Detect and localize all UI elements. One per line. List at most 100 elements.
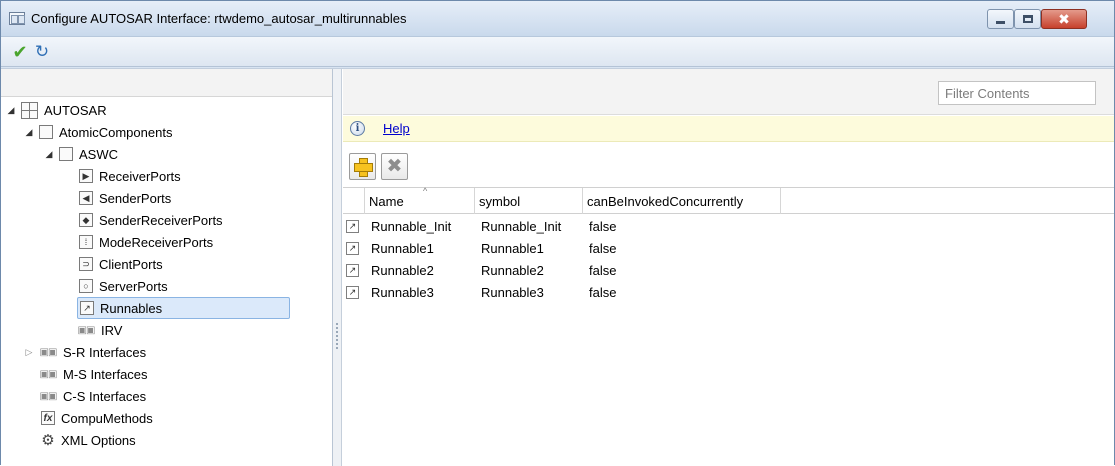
tree-node-label: ASWC bbox=[79, 146, 118, 162]
delete-icon: ✖ bbox=[386, 156, 403, 177]
main-content: ◢ AUTOSAR ◢ AtomicComponents ◢ ASWC ▶ Re bbox=[1, 68, 1114, 466]
column-header-label: Name bbox=[369, 193, 404, 209]
add-button[interactable] bbox=[349, 153, 376, 180]
apply-button[interactable]: ✔ bbox=[9, 41, 31, 63]
sender-receiver-port-icon: ◆ bbox=[79, 213, 93, 227]
concurrent-cell[interactable]: false bbox=[583, 215, 616, 237]
expanded-arrow-icon[interactable]: ◢ bbox=[5, 105, 17, 116]
close-button[interactable]: ✖ bbox=[1041, 9, 1087, 29]
refresh-button[interactable]: ↻ bbox=[31, 41, 53, 63]
row-icon-cell: ↗ bbox=[346, 237, 359, 259]
window-title: Configure AUTOSAR Interface: rtwdemo_aut… bbox=[31, 11, 407, 26]
tree-node-runnables[interactable]: ↗ Runnables bbox=[77, 297, 290, 319]
pane-splitter[interactable] bbox=[333, 69, 342, 466]
tree-node-compu-methods[interactable]: fx CompuMethods bbox=[41, 407, 153, 429]
table-header: ^ Name symbol canBeInvokedConcurrently bbox=[343, 186, 1114, 214]
column-header-name[interactable]: ^ Name bbox=[365, 186, 475, 214]
table-row[interactable]: ↗ Runnable3 Runnable3 false bbox=[343, 281, 1114, 303]
tree-node-label: AtomicComponents bbox=[59, 124, 173, 140]
minimize-icon bbox=[996, 20, 1005, 24]
symbol-cell[interactable]: Runnable1 bbox=[475, 237, 544, 259]
maximize-button[interactable] bbox=[1014, 9, 1041, 29]
interface-icon: ▣▣ bbox=[39, 390, 58, 402]
tree-node-label: ServerPorts bbox=[99, 278, 168, 294]
tree-node-aswc[interactable]: ◢ ASWC bbox=[43, 143, 118, 165]
name-cell[interactable]: Runnable1 bbox=[365, 237, 434, 259]
tree-node-cs-interfaces[interactable]: ▣▣ C-S Interfaces bbox=[39, 385, 147, 407]
sender-port-icon: ◀ bbox=[79, 191, 93, 205]
column-header-symbol[interactable]: symbol bbox=[475, 188, 583, 214]
tree-node-label: ReceiverPorts bbox=[99, 168, 181, 184]
expanded-arrow-icon[interactable]: ◢ bbox=[43, 149, 55, 160]
close-icon: ✖ bbox=[1058, 11, 1070, 27]
interface-icon: ▣▣ bbox=[39, 368, 58, 380]
tree-node-label: Runnables bbox=[100, 300, 163, 316]
name-cell[interactable]: Runnable3 bbox=[365, 281, 434, 303]
symbol-cell[interactable]: Runnable2 bbox=[475, 259, 544, 281]
tree-node-xml-options[interactable]: ⚙ XML Options bbox=[41, 429, 135, 451]
concurrent-cell[interactable]: false bbox=[583, 237, 616, 259]
concurrent-cell[interactable]: false bbox=[583, 259, 616, 281]
tree-node-client-ports[interactable]: ⊃ ClientPorts bbox=[79, 253, 163, 275]
concurrent-cell[interactable]: false bbox=[583, 281, 616, 303]
tree-pane-header bbox=[1, 69, 332, 97]
name-cell[interactable]: Runnable2 bbox=[365, 259, 434, 281]
tree-node-label: M-S Interfaces bbox=[63, 366, 148, 382]
mode-receiver-port-icon: ⁞ bbox=[79, 235, 93, 249]
tree-node-mode-receiver-ports[interactable]: ⁞ ModeReceiverPorts bbox=[79, 231, 213, 253]
checkmark-icon: ✔ bbox=[12, 41, 28, 62]
app-window-icon bbox=[9, 12, 25, 25]
help-bar: i Help bbox=[343, 116, 1114, 142]
runnable-icon: ↗ bbox=[346, 219, 359, 233]
table-row[interactable]: ↗ Runnable1 Runnable1 false bbox=[343, 237, 1114, 259]
tree-pane: ◢ AUTOSAR ◢ AtomicComponents ◢ ASWC ▶ Re bbox=[1, 69, 333, 466]
add-icon bbox=[354, 158, 373, 177]
column-header-icon bbox=[343, 188, 365, 214]
component-box-icon bbox=[59, 147, 73, 161]
collapsed-arrow-icon[interactable]: ▷ bbox=[23, 347, 35, 358]
table-row[interactable]: ↗ Runnable_Init Runnable_Init false bbox=[343, 215, 1114, 237]
name-cell[interactable]: Runnable_Init bbox=[365, 215, 451, 237]
folder-box-icon bbox=[39, 125, 53, 139]
runnable-icon: ↗ bbox=[346, 241, 359, 255]
runnables-table: ^ Name symbol canBeInvokedConcurrently ↗… bbox=[343, 186, 1114, 466]
server-port-icon: ○ bbox=[79, 279, 93, 293]
details-pane: i Help ✖ ^ Name bbox=[343, 69, 1114, 466]
expanded-arrow-icon[interactable]: ◢ bbox=[23, 127, 35, 138]
delete-button[interactable]: ✖ bbox=[381, 153, 408, 180]
runnable-icon: ↗ bbox=[80, 301, 94, 315]
column-header-concurrent[interactable]: canBeInvokedConcurrently bbox=[583, 188, 781, 214]
title-bar[interactable]: Configure AUTOSAR Interface: rtwdemo_aut… bbox=[1, 1, 1114, 37]
tree-node-label: C-S Interfaces bbox=[63, 388, 147, 404]
table-row[interactable]: ↗ Runnable2 Runnable2 false bbox=[343, 259, 1114, 281]
tree-node-label: SenderPorts bbox=[99, 190, 172, 206]
package-grid-icon bbox=[21, 101, 38, 119]
tree-node-receiver-ports[interactable]: ▶ ReceiverPorts bbox=[79, 165, 181, 187]
refresh-icon: ↻ bbox=[34, 42, 50, 61]
tree-node-ms-interfaces[interactable]: ▣▣ M-S Interfaces bbox=[39, 363, 148, 385]
symbol-cell[interactable]: Runnable_Init bbox=[475, 215, 561, 237]
column-header-label: symbol bbox=[479, 193, 521, 209]
sort-ascending-icon: ^ bbox=[423, 186, 428, 196]
configure-autosar-window: Configure AUTOSAR Interface: rtwdemo_aut… bbox=[0, 0, 1115, 466]
tree-node-label: CompuMethods bbox=[61, 410, 153, 426]
gear-icon: ⚙ bbox=[41, 432, 55, 449]
tree-node-autosar[interactable]: ◢ AUTOSAR bbox=[5, 99, 107, 121]
interface-icon: ▣▣ bbox=[39, 346, 58, 358]
tree-node-sr-interfaces[interactable]: ▷ ▣▣ S-R Interfaces bbox=[23, 341, 147, 363]
help-link[interactable]: Help bbox=[383, 121, 410, 136]
info-icon: i bbox=[350, 121, 365, 136]
tree-node-label: ModeReceiverPorts bbox=[99, 234, 214, 250]
tree-node-irv[interactable]: ▣▣ IRV bbox=[77, 319, 123, 341]
tree-node-label: ClientPorts bbox=[99, 256, 163, 272]
filter-contents-input[interactable] bbox=[938, 81, 1096, 105]
action-bar: ✖ bbox=[343, 143, 1114, 185]
runnable-icon: ↗ bbox=[346, 263, 359, 277]
tree-node-sender-receiver-ports[interactable]: ◆ SenderReceiverPorts bbox=[79, 209, 223, 231]
tree-node-server-ports[interactable]: ○ ServerPorts bbox=[79, 275, 168, 297]
tree-node-atomic-components[interactable]: ◢ AtomicComponents bbox=[23, 121, 173, 143]
tree-node-label: IRV bbox=[101, 322, 123, 338]
symbol-cell[interactable]: Runnable3 bbox=[475, 281, 544, 303]
tree-node-sender-ports[interactable]: ◀ SenderPorts bbox=[79, 187, 171, 209]
minimize-button[interactable] bbox=[987, 9, 1014, 29]
